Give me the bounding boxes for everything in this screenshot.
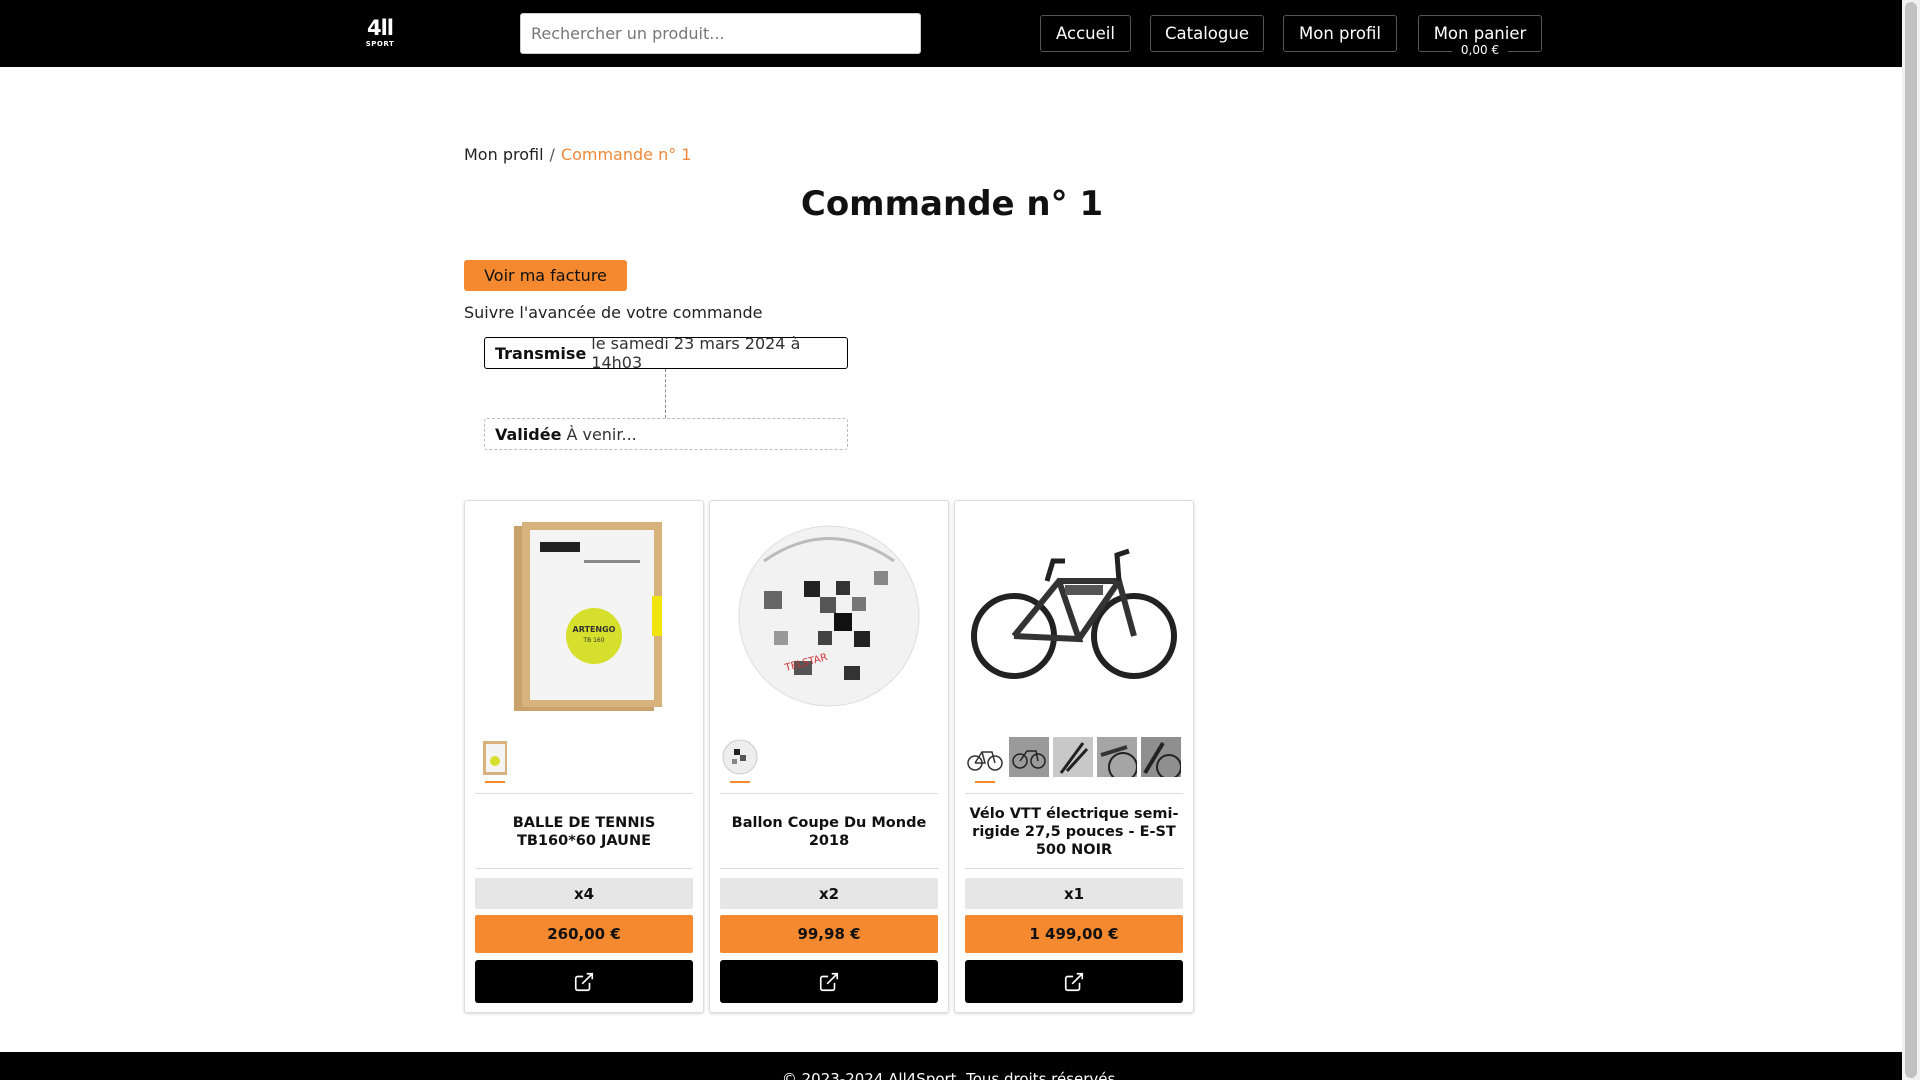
product-name: Vélo VTT électrique semi-rigide 27,5 pou…	[969, 806, 1179, 858]
divider	[720, 868, 938, 869]
product-quantity: x2	[720, 878, 938, 909]
external-link-icon	[819, 972, 839, 991]
thumbnail-strip	[475, 737, 695, 785]
external-link-icon	[574, 972, 594, 991]
search-input[interactable]	[520, 13, 921, 54]
thumbnail-image[interactable]	[1009, 737, 1049, 777]
tracking-connector	[665, 369, 666, 418]
football-image: TELSTAR	[720, 511, 938, 721]
breadcrumb: Mon profil / Commande n° 1	[464, 145, 691, 164]
step-label: Transmise	[495, 343, 587, 363]
open-product-button[interactable]	[965, 960, 1183, 1003]
footer-copyright: © 2023-2024 All4Sport. Tous droits réser…	[781, 1070, 1121, 1080]
product-price: 1 499,00 €	[965, 915, 1183, 953]
thumbnail-strip	[720, 737, 940, 785]
step-label: Validée	[495, 424, 562, 444]
scrollbar-thumb[interactable]	[1905, 2, 1917, 1078]
open-product-button[interactable]	[475, 960, 693, 1003]
external-link-icon	[1064, 972, 1084, 991]
nav-catalog-button[interactable]: Catalogue	[1150, 15, 1264, 52]
breadcrumb-profile-link[interactable]: Mon profil	[464, 145, 544, 164]
logo-mark: 4ll	[366, 16, 394, 40]
thumbnail-image[interactable]	[1097, 737, 1138, 782]
thumbnail-image[interactable]	[965, 737, 1005, 783]
page-title: Commande n° 1	[800, 184, 1104, 224]
thumbnail-strip	[965, 737, 1185, 785]
svg-text:TB 160: TB 160	[582, 637, 604, 644]
cart-total: 0,00 €	[1452, 43, 1508, 58]
product-name: BALLE DE TENNIS TB160*60 JAUNE	[512, 815, 656, 849]
divider	[965, 868, 1183, 869]
electric-bike-image	[965, 511, 1183, 721]
tracking-step-transmitted: Transmise le samedi 23 mars 2024 à 14h03	[484, 334, 848, 372]
divider	[965, 793, 1183, 794]
product-card: Vélo VTT électrique semi-rigide 27,5 pou…	[954, 500, 1194, 1013]
product-price: 260,00 €	[475, 915, 693, 953]
thumbnail-image[interactable]	[475, 737, 515, 783]
logo-subtitle: SPORT	[365, 40, 395, 48]
svg-text:ARTENGO: ARTENGO	[573, 625, 616, 634]
tennis-ball-box-image: ARTENGO TB 160	[475, 511, 693, 721]
product-quantity: x4	[475, 878, 693, 909]
step-detail: le samedi 23 mars 2024 à 14h03	[591, 334, 801, 372]
open-product-button[interactable]	[720, 960, 938, 1003]
product-card: TELSTAR Ballon Coupe Du Monde 2018 x2 99…	[709, 500, 949, 1013]
nav-profile-button[interactable]: Mon profil	[1283, 15, 1397, 52]
tracking-step-validated: Validée À venir...	[484, 418, 848, 450]
divider	[475, 868, 693, 869]
divider	[720, 793, 938, 794]
nav-home-button[interactable]: Accueil	[1040, 15, 1131, 52]
product-card: ARTENGO TB 160 BALLE DE TENNIS TB160*60 …	[464, 500, 704, 1013]
view-invoice-button[interactable]: Voir ma facture	[464, 260, 627, 291]
breadcrumb-separator: /	[549, 145, 555, 164]
divider	[475, 793, 693, 794]
thumbnail-image[interactable]	[1053, 737, 1093, 777]
product-price: 99,98 €	[720, 915, 938, 953]
tracking-title: Suivre l'avancée de votre commande	[464, 303, 763, 322]
site-logo[interactable]: 4ll SPORT	[363, 16, 397, 52]
thumbnail-image[interactable]	[720, 737, 760, 783]
step-detail: À venir...	[566, 424, 637, 444]
page-scrollbar[interactable]	[1902, 0, 1920, 1080]
thumbnail-image[interactable]	[1141, 737, 1182, 780]
product-quantity: x1	[965, 878, 1183, 909]
top-navbar: 4ll SPORT Accueil Catalogue Mon profil M…	[0, 0, 1902, 67]
page-footer: © 2023-2024 All4Sport. Tous droits réser…	[0, 1052, 1902, 1080]
product-name: Ballon Coupe Du Monde 2018	[731, 815, 927, 849]
breadcrumb-current: Commande n° 1	[560, 145, 692, 164]
